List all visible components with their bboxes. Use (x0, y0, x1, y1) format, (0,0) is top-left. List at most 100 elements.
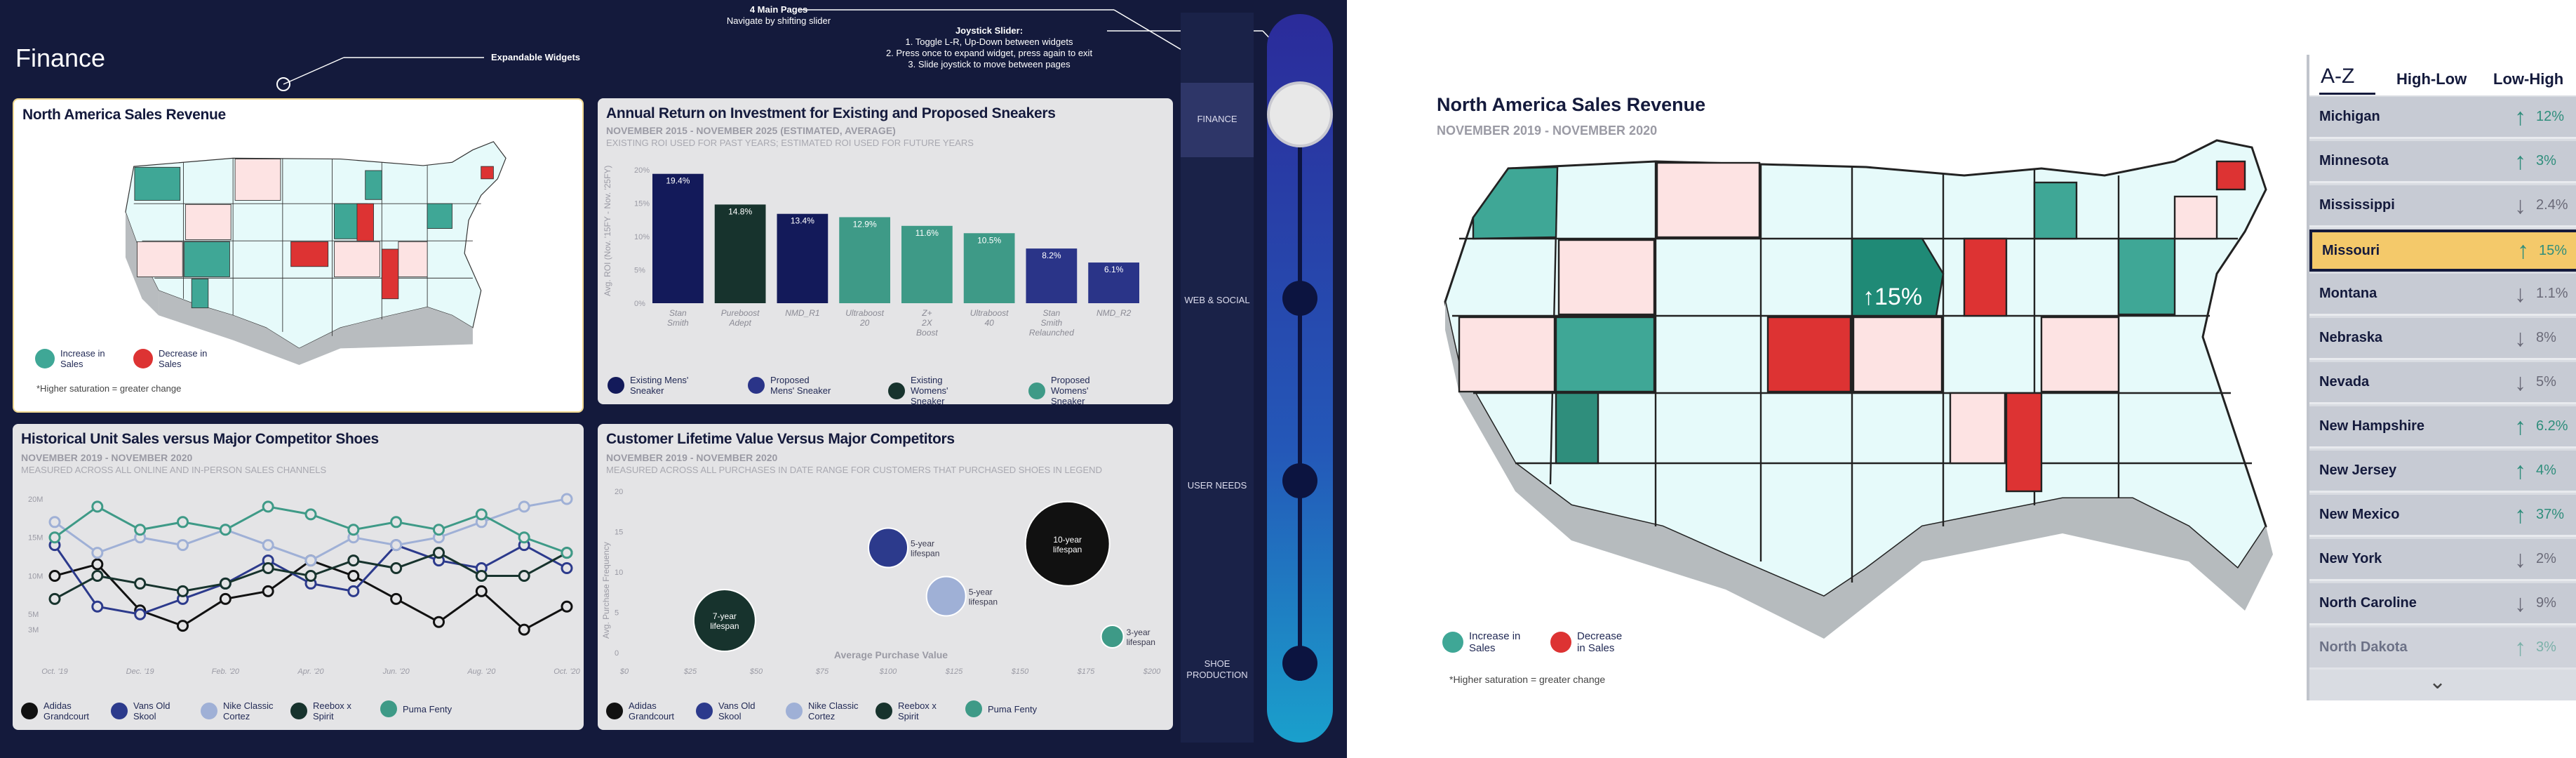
map-legend-decrease: Decrease in Sales (133, 348, 215, 369)
legend-swatch (111, 703, 128, 719)
roi-legend-item: Proposed Womens' Sneaker (1028, 375, 1121, 404)
state-row[interactable]: Montana ↓ 1.1% (2309, 274, 2576, 316)
roi-category-label: Ultraboost (970, 308, 1009, 318)
map-widget[interactable]: North America Sales Revenue Increase in … (13, 98, 584, 413)
roi-value-label: 12.9% (853, 219, 877, 229)
nav-web-social[interactable]: WEB & SOCIAL (1181, 295, 1254, 306)
detail-legend-decrease-label: Decrease in Sales (1577, 630, 1623, 654)
slider-knob[interactable] (1267, 81, 1333, 147)
detail-legend-decrease: Decrease in Sales (1550, 630, 1633, 654)
unit-xtick: Dec. '19 (126, 667, 154, 676)
chevron-down-icon[interactable]: ⌄ (2429, 670, 2446, 694)
unit-data-point (518, 531, 530, 544)
arrow-down-icon: ↓ (2514, 324, 2526, 352)
clv-legend-item: Vans Old Skool (696, 700, 779, 722)
roi-category-label: Adept (728, 318, 751, 328)
callout-expandable: Expandable Widgets (491, 52, 581, 62)
unit-data-point (91, 500, 104, 513)
unit-series-line (54, 498, 568, 562)
unit-data-point (561, 493, 573, 505)
roi-value-label: 14.8% (728, 206, 752, 216)
state-name: Nebraska (2319, 330, 2383, 345)
state-list[interactable]: A-Z High-Low Low-High Michigan ↑ 12% Minnes… (2307, 55, 2576, 700)
legend-swatch (606, 703, 623, 719)
clv-bubble-chart: Avg. Purchase Frequency Average Purchase … (601, 488, 1161, 676)
clv-xlabel: Average Purchase Value (834, 649, 948, 660)
state-name: Minnesota (2319, 153, 2389, 168)
arrow-up-icon: ↑ (2514, 457, 2526, 484)
state-row[interactable]: New Mexico ↑ 37% (2309, 495, 2576, 537)
state-row[interactable]: Mississippi ↓ 2.4% (2309, 185, 2576, 227)
state-row[interactable]: Minnesota ↑ 3% (2309, 141, 2576, 183)
state-row[interactable]: Nebraska ↓ 8% (2309, 318, 2576, 360)
roi-ytick: 20% (634, 166, 650, 175)
roi-bar (839, 217, 890, 303)
roi-category-label: Relaunched (1029, 328, 1074, 338)
legend-swatch (201, 703, 217, 719)
unit-xtick: Oct. '19 (41, 667, 68, 676)
unit-data-point (518, 623, 530, 636)
roi-bar-chart: Avg. ROI (Nov. '15FY - Nov. '25FY) 0% 5% 10… (603, 166, 1139, 338)
slider-stop-web[interactable] (1282, 281, 1317, 316)
clv-bubble-label: 5-year (911, 539, 934, 549)
sort-high-low[interactable]: High-Low (2396, 70, 2467, 88)
roi-legend-label: Proposed Mens' Sneaker (770, 375, 831, 396)
state-row[interactable]: New Jersey ↑ 4% (2309, 451, 2576, 493)
page-nav: FINANCE WEB & SOCIAL USER NEEDS SHOE PRO… (1181, 13, 1254, 743)
unit-sales-line-chart: 3M 5M 10M 15M 20M Oct. '19 Dec. '19 Feb. '20 Apr… (28, 493, 581, 676)
state-name: North Dakota (2319, 639, 2408, 655)
unit-data-point (177, 620, 189, 632)
map-legend-decrease-label: Decrease in Sales (159, 348, 208, 369)
slider-stop-shoe[interactable] (1282, 646, 1317, 681)
roi-value-label: 19.4% (666, 176, 690, 186)
state-row[interactable]: North Caroline ↓ 9% (2309, 583, 2576, 625)
clv-xtick: $150 (1011, 667, 1029, 676)
roi-category-label: Z+ (921, 308, 932, 318)
unit-data-point (347, 569, 360, 582)
callout-joystick: Joystick Slider: 1. Toggle L-R, Up-Down … (870, 25, 1108, 70)
state-row[interactable]: Michigan ↑ 12% (2309, 97, 2576, 139)
unit-data-point (219, 592, 232, 605)
arrow-up-icon: ↑ (2514, 634, 2526, 661)
roi-bar (714, 204, 766, 303)
unit-data-point (347, 585, 360, 597)
arrow-down-icon: ↓ (2514, 368, 2526, 396)
unit-data-point (91, 547, 104, 559)
unit-data-point (219, 577, 232, 590)
unit-data-point (561, 600, 573, 613)
roi-widget-title: Annual Return on Investment for Existing… (606, 105, 1056, 121)
roi-bar (777, 213, 829, 303)
state-row[interactable]: North Dakota ↑ 3% (2309, 627, 2576, 670)
clv-widget[interactable]: Customer Lifetime Value Versus Major Com… (598, 424, 1173, 730)
slider-stop-user[interactable] (1282, 463, 1317, 498)
sort-low-high[interactable]: Low-High (2493, 70, 2563, 88)
unit-sales-widget[interactable]: Historical Unit Sales versus Major Compe… (13, 424, 584, 730)
state-percent: 15% (2539, 242, 2568, 258)
state-name: Michigan (2319, 109, 2380, 124)
unit-data-point (219, 524, 232, 536)
roi-category-label: Pureboost (721, 308, 760, 318)
nav-user-needs[interactable]: USER NEEDS (1181, 480, 1254, 491)
sort-az[interactable]: A-Z (2321, 65, 2354, 88)
roi-category-label: NMD_R2 (1096, 308, 1132, 318)
nav-shoe-production[interactable]: SHOE PRODUCTION (1181, 658, 1254, 681)
clv-legend-label: Puma Fenty (988, 703, 1038, 714)
nav-finance[interactable]: FINANCE (1181, 114, 1254, 125)
state-row[interactable]: Nevada ↓ 5% (2309, 362, 2576, 404)
callout-joystick-line: 3. Slide joystick to move between pages (908, 59, 1071, 69)
clv-ytick: 0 (615, 649, 619, 658)
unit-data-point (91, 600, 104, 613)
unit-data-point (304, 554, 317, 567)
state-row[interactable]: New Hampshire ↑ 6.2% (2309, 406, 2576, 448)
roi-widget[interactable]: Annual Return on Investment for Existing… (598, 98, 1173, 404)
unit-data-point (561, 562, 573, 575)
callout-joystick-title: Joystick Slider: (955, 25, 1024, 36)
arrow-up-icon: ↑ (2514, 501, 2526, 528)
unit-data-point (475, 585, 488, 597)
state-row[interactable]: New York ↓ 2% (2309, 539, 2576, 581)
roi-widget-subtitle2: EXISTING ROI USED FOR PAST YEARS; ESTIMA… (606, 138, 974, 148)
state-row[interactable]: Missouri ↑ 15% (2309, 230, 2576, 272)
clv-bubble (1100, 625, 1125, 649)
clv-xtick: $50 (749, 667, 763, 676)
joystick-slider[interactable] (1267, 14, 1333, 743)
